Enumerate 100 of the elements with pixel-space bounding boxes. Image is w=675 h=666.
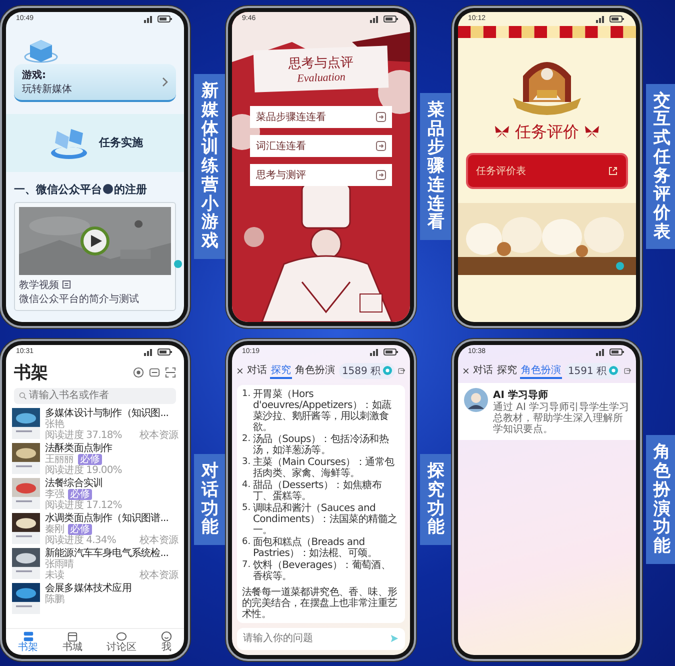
resource-label: 校本资源: [140, 430, 178, 440]
target-icon[interactable]: [133, 366, 144, 378]
feature-caption: 菜品步骤连连看: [420, 93, 452, 240]
title: 任务评价: [515, 122, 579, 142]
video-description: 微信公众平台的简介与测试: [19, 292, 140, 306]
agent-description: 通过 AI 学习导师引导学生学习总教材，帮助学生深入理解所学知识要点。: [493, 402, 630, 434]
status-icons: [596, 14, 626, 22]
evaluation-form-button[interactable]: 任务评价表: [466, 152, 628, 188]
status-icons: [370, 348, 400, 356]
reading-info: 阅读进度 17.12%: [45, 500, 122, 510]
menu-button[interactable]: 菜品步骤连连看: [250, 106, 392, 128]
message-input[interactable]: 请输入你的问题: [237, 628, 405, 650]
coin-icon: [608, 366, 618, 375]
calendar-icon: [66, 630, 78, 642]
tab[interactable]: 对话: [472, 362, 494, 378]
cube-icon: [24, 38, 58, 64]
menu-button[interactable]: 词汇连连看: [250, 134, 392, 156]
close-icon[interactable]: [237, 366, 243, 374]
search-field[interactable]: 请输入书名或作者: [14, 388, 176, 404]
book-title: 法餐综合实训: [45, 478, 104, 488]
chevron-icon: [162, 76, 168, 86]
avatar: [464, 388, 488, 412]
menu-button[interactable]: 思考与测评: [250, 164, 392, 186]
arrow-icon: [376, 140, 386, 150]
list-number: 6.: [242, 536, 252, 548]
chat-icon: [116, 630, 128, 642]
video-caption: 教学视频: [19, 278, 59, 292]
course-tag: 必修: [68, 488, 92, 500]
video-card[interactable]: 教学视频 微信公众平台的简介与测试: [14, 202, 176, 310]
list-text: 调味品和酱汁（Sauces and Condiments）：法国菜的精髓之一。: [253, 502, 398, 536]
section-title: 一、微信公众平台: [14, 182, 102, 196]
reading-info: 阅读进度 4.34%: [45, 534, 116, 546]
status-icons: [370, 14, 400, 22]
agent-card[interactable]: AI 学习导师 通过 AI 学习导师引导学生学习总教材，帮助学生深入理解所学知识要点。: [458, 382, 636, 440]
game-card[interactable]: 游戏: 玩转新媒体: [14, 64, 176, 102]
share-icon: [608, 166, 618, 176]
book-item[interactable]: 会展多媒体技术应用 陈鹏: [6, 582, 184, 614]
arrow-icon: [376, 112, 386, 122]
section-title-end: 的注册: [114, 182, 147, 196]
nav-tab[interactable]: 书城: [62, 630, 82, 652]
arrow-icon: [376, 170, 386, 180]
reading-info: 未读: [45, 570, 64, 580]
list-number: 7.: [242, 560, 252, 572]
tab[interactable]: 探究: [496, 362, 518, 378]
book-item[interactable]: 水调类面点制作（知识图谱... 秦刚 必修 阅读进度 4.34% 校本资源: [6, 512, 184, 546]
tab[interactable]: 对话: [246, 362, 268, 378]
status-icons: [144, 14, 174, 22]
list-number: 5.: [242, 502, 252, 514]
course-tag: 必修: [78, 454, 102, 464]
book-title: 水调类面点制作（知识图谱...: [45, 512, 170, 524]
book-title: 新能源汽车车身电气系统检...: [45, 548, 170, 558]
close-icon[interactable]: [463, 366, 469, 374]
reading-info: 阅读进度 37.18%: [45, 430, 122, 440]
list-number: 3.: [242, 456, 252, 468]
course-tag: 必修: [68, 524, 92, 534]
page-title: 书架: [14, 362, 48, 384]
book-author: 李强: [45, 488, 64, 500]
list-text: 开胃菜（Hors d'oeuvres/Appetizers）：如蔬菜沙拉、鹅肝酱等，用以刺激食欲。: [253, 388, 392, 432]
search-icon: [19, 392, 27, 400]
tab[interactable]: 角色扮演: [294, 362, 336, 378]
shelf-icon: [22, 630, 34, 642]
nav-tab[interactable]: 我: [160, 630, 172, 652]
agent-name: AI 学习导师: [493, 388, 549, 402]
scan-icon[interactable]: [165, 366, 176, 378]
summary-text: 法餐每一道菜都讲究色、香、味、形的完美结合，在摆盘上也非常注重艺术性。: [242, 586, 398, 620]
game-title: 玩转新媒体: [22, 82, 72, 96]
book-item[interactable]: 多媒体设计与制作（知识图... 张艳 阅读进度 37.18% 校本资源: [6, 406, 184, 442]
book-title: 会展多媒体技术应用: [45, 582, 132, 594]
butterfly-icon: [493, 125, 511, 139]
resource-label: 校本资源: [140, 570, 178, 580]
feature-caption: 新媒体训练营小游戏: [194, 74, 226, 259]
book-item[interactable]: 法酥类面点制作 王丽丽 必修 阅读进度 19.00%: [6, 442, 184, 476]
game-label: 游戏:: [22, 68, 47, 82]
list-text: 甜品（Desserts）：如焦糖布丁、蛋糕等。: [253, 480, 383, 502]
nav-tab[interactable]: 书架: [18, 630, 38, 652]
list-text: 主菜（Main Courses）：通常包括肉类、家禽、海鲜等。: [253, 456, 396, 478]
nav-tab[interactable]: 讨论区: [106, 630, 137, 652]
list-text: 饮料（Beverages）：葡萄酒、香槟等。: [253, 560, 392, 582]
task-banner[interactable]: 任务实施: [6, 114, 184, 172]
points-pill[interactable]: 1591 积: [564, 362, 621, 378]
list-number: 2.: [242, 434, 252, 446]
resource-label: 校本资源: [140, 534, 178, 546]
status-icons: [596, 348, 626, 356]
book-item[interactable]: 法餐综合实训 李强 必修 阅读进度 17.12%: [6, 476, 184, 512]
book-author: 张雨晴: [45, 558, 74, 570]
list-number: 1.: [242, 388, 252, 400]
badge-icon: [103, 184, 113, 194]
list-number: 4.: [242, 480, 252, 492]
feature-caption: 探究功能: [420, 454, 452, 545]
tab[interactable]: 探究: [270, 362, 292, 378]
book-author: 秦刚: [45, 524, 64, 534]
tab[interactable]: 角色扮演: [520, 362, 562, 378]
list-text: 面包和糕点（Breads and Pastries）：如法棍、可颂。: [253, 536, 378, 558]
book-item[interactable]: 新能源汽车车身电气系统检... 张雨晴 未读 校本资源: [6, 546, 184, 582]
reading-info: 阅读进度 19.00%: [45, 464, 122, 476]
points-pill[interactable]: 1589 积: [338, 362, 395, 378]
list-text: 汤品（Soups）：包括冷汤和热汤，如洋葱汤等。: [253, 434, 390, 456]
feature-caption: 交互式任务评价表: [646, 84, 675, 250]
book-author: 王丽丽: [45, 454, 74, 464]
document-icon: [62, 280, 71, 289]
